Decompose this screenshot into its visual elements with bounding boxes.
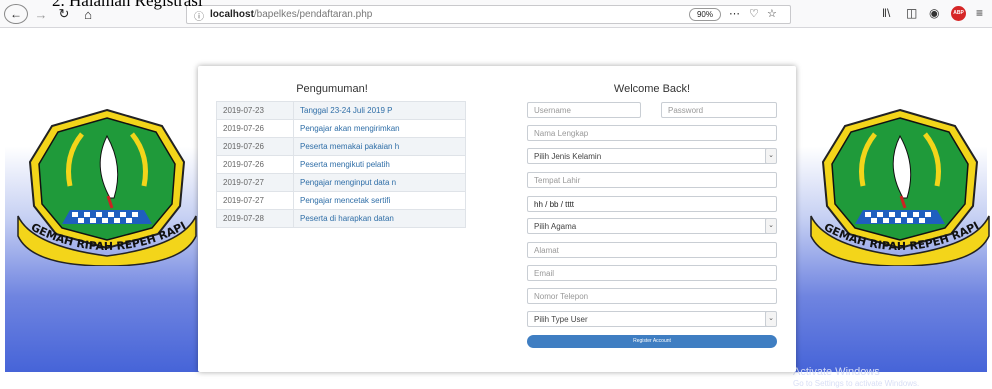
activate-windows-title: Activate Windows	[793, 366, 880, 378]
announcement-row: 2019-07-26 Peserta mengikuti pelatih	[216, 155, 466, 174]
announcement-date: 2019-07-23	[216, 101, 294, 120]
activate-windows-watermark: Activate Windows Go to Settings to activ…	[793, 366, 919, 389]
usertype-select[interactable]: Pilih Type User ⌄	[527, 311, 777, 327]
username-input[interactable]: Username	[527, 102, 641, 118]
library-icon[interactable]: ‖\	[882, 6, 890, 20]
back-button[interactable]: ←	[4, 4, 28, 24]
zoom-level-badge[interactable]: 90%	[689, 8, 721, 21]
announcement-row: 2019-07-23 Tanggal 23-24 Juli 2019 P	[216, 101, 466, 120]
address-bar[interactable]: ⓘ localhost/bapelkes/pendaftaran.php 90%…	[186, 5, 791, 24]
announcement-date: 2019-07-28	[216, 209, 294, 228]
gender-select[interactable]: Pilih Jenis Kelamin ⌄	[527, 148, 777, 164]
url-host: localhost	[210, 9, 254, 20]
announcement-row: 2019-07-27 Pengajar menginput data n	[216, 173, 466, 192]
url-path: /bapelkes/pendaftaran.php	[253, 9, 373, 20]
activate-windows-subtitle: Go to Settings to activate Windows.	[793, 379, 920, 388]
chevron-down-icon[interactable]: ⌄	[765, 312, 776, 326]
phone-input[interactable]: Nomor Telepon	[527, 288, 777, 304]
birthplace-input[interactable]: Tempat Lahir	[527, 172, 777, 188]
pocket-icon[interactable]: ♡	[749, 7, 759, 20]
document-caption: 2. Halaman Registrasi	[52, 0, 203, 10]
announcement-date: 2019-07-27	[216, 173, 294, 192]
email-input[interactable]: Email	[527, 265, 777, 281]
fullname-input[interactable]: Nama Lengkap	[527, 125, 777, 141]
announcement-link[interactable]: Peserta di harapkan datan	[293, 209, 466, 228]
arrow-left-icon: ←	[10, 7, 22, 21]
announcement-link[interactable]: Pengajar menginput data n	[293, 173, 466, 192]
announcement-row: 2019-07-26 Peserta memakai pakaian h	[216, 137, 466, 156]
announcement-link[interactable]: Peserta memakai pakaian h	[293, 137, 466, 156]
announcement-link[interactable]: Peserta mengikuti pelatih	[293, 155, 466, 174]
address-input[interactable]: Alamat	[527, 242, 777, 258]
announcement-date: 2019-07-26	[216, 119, 294, 138]
chevron-down-icon[interactable]: ⌄	[765, 149, 776, 163]
registration-card: Pengumuman! 2019-07-23 Tanggal 23-24 Juli…	[198, 66, 796, 372]
announcement-link[interactable]: Pengajar akan mengirimkan	[293, 119, 466, 138]
forward-button[interactable]: →	[34, 5, 48, 23]
religion-select[interactable]: Pilih Agama ⌄	[527, 218, 777, 234]
sidebar-icon[interactable]: ◫	[906, 6, 917, 20]
more-icon[interactable]: ⋯	[729, 7, 740, 20]
url-text[interactable]: localhost/bapelkes/pendaftaran.php	[210, 9, 372, 20]
announcement-table: 2019-07-23 Tanggal 23-24 Juli 2019 P 2019-…	[216, 101, 466, 228]
announcement-date: 2019-07-27	[216, 191, 294, 210]
chevron-down-icon[interactable]: ⌄	[765, 219, 776, 233]
announcement-row: 2019-07-27 Pengajar mencetak sertifi	[216, 191, 466, 210]
hamburger-menu-icon[interactable]: ≡	[976, 6, 983, 20]
west-java-emblem-right: GEMAH RIPAH REPEH RAPIH	[805, 106, 990, 266]
announcement-row: 2019-07-26 Pengajar akan mengirimkan	[216, 119, 466, 138]
announcement-row: 2019-07-28 Peserta di harapkan datan	[216, 209, 466, 228]
religion-select-value: Pilih Agama	[534, 222, 577, 231]
announcement-title: Pengumuman!	[296, 83, 368, 95]
announcement-date: 2019-07-26	[216, 137, 294, 156]
account-icon[interactable]: ◉	[929, 6, 939, 20]
adblock-icon[interactable]: ABP	[951, 6, 966, 21]
gender-select-value: Pilih Jenis Kelamin	[534, 152, 602, 161]
register-account-button[interactable]: Register Account	[527, 335, 777, 348]
announcement-link[interactable]: Pengajar mencetak sertifi	[293, 191, 466, 210]
announcement-date: 2019-07-26	[216, 155, 294, 174]
password-input[interactable]: Password	[661, 102, 777, 118]
star-icon[interactable]: ☆	[767, 7, 777, 20]
arrow-right-icon: →	[34, 6, 48, 22]
west-java-emblem-left: GEMAH RIPAH REPEH RAPIH	[12, 106, 197, 266]
usertype-select-value: Pilih Type User	[534, 315, 588, 324]
announcement-link[interactable]: Tanggal 23-24 Juli 2019 P	[293, 101, 466, 120]
birthdate-input[interactable]: hh / bb / tttt	[527, 196, 777, 212]
form-title: Welcome Back!	[613, 83, 691, 95]
